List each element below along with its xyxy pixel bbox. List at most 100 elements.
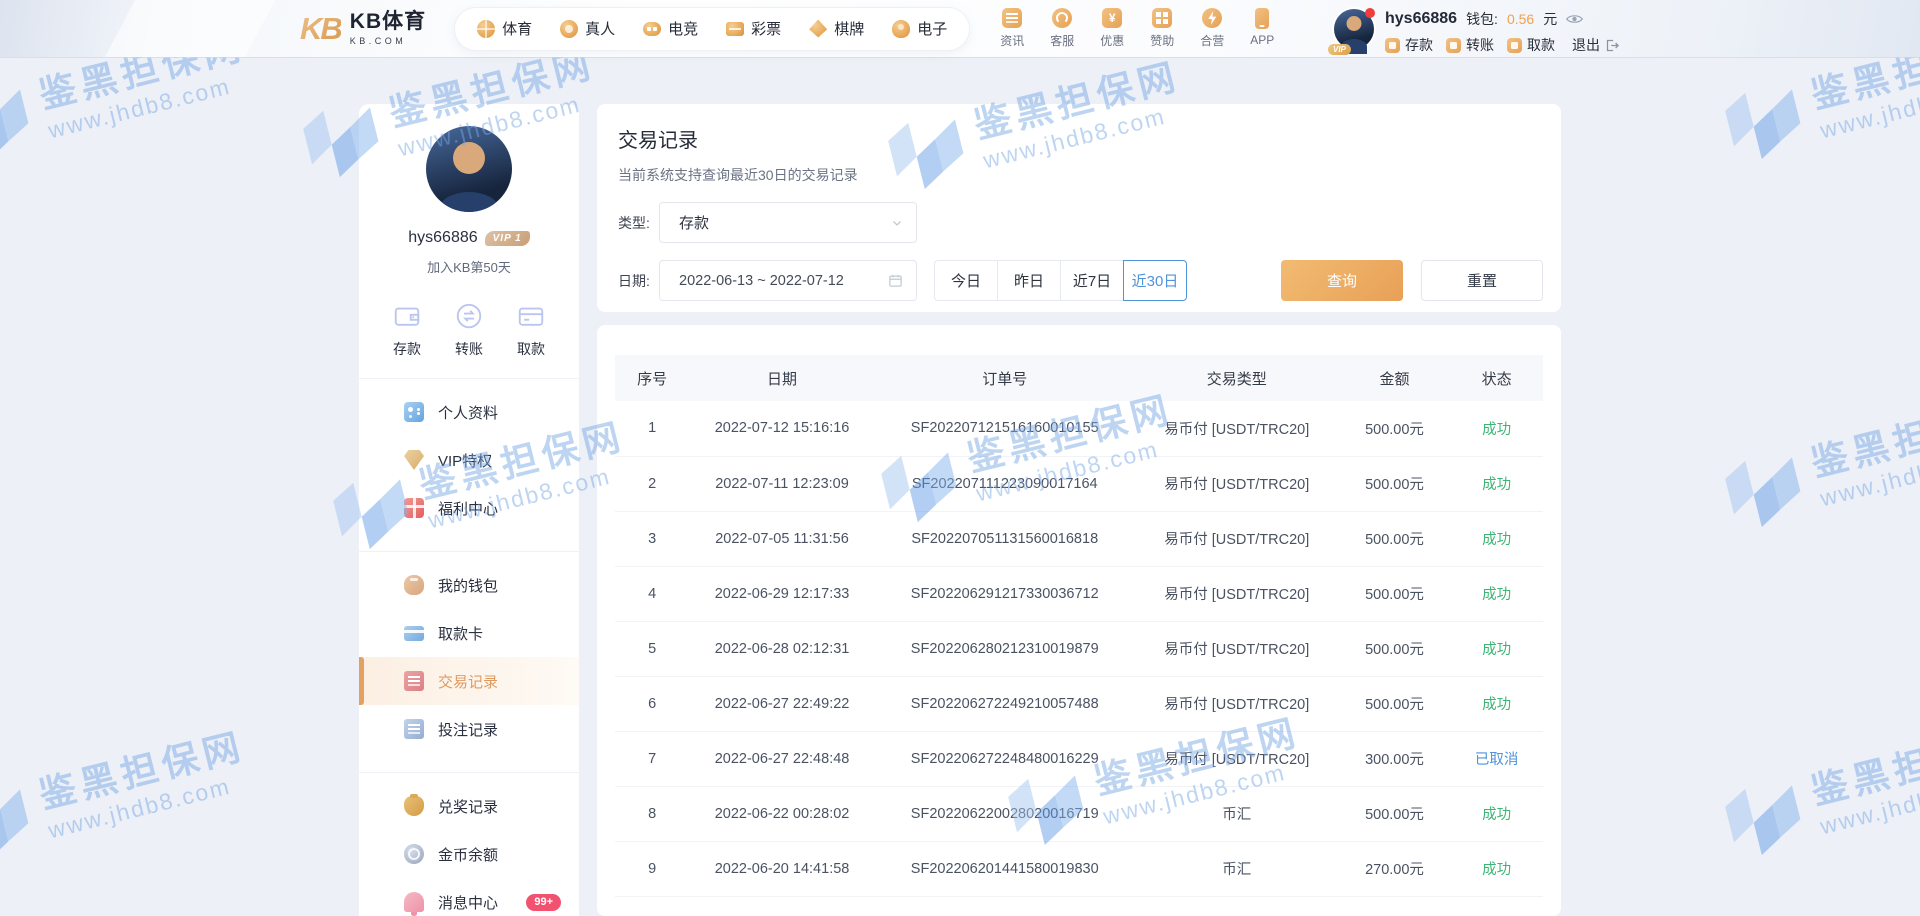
money-bag-icon [404, 794, 424, 816]
cell-seq: 3 [615, 511, 690, 567]
type-select[interactable]: 存款 [659, 202, 917, 243]
quick-withdraw-button[interactable]: 取款 [516, 301, 546, 359]
util-app[interactable]: APP [1250, 8, 1274, 47]
cell-status: 成功 [1450, 566, 1543, 622]
nav-label: 棋牌 [834, 21, 865, 38]
column-header: 金额 [1338, 355, 1451, 401]
cell-status: 成功 [1450, 786, 1543, 842]
table-row: 6 2022-06-27 22:49:22 SF2022062722492100… [615, 676, 1543, 732]
util-news[interactable]: 资讯 [1000, 8, 1024, 49]
cell-order: SF202207051131560016818 [874, 511, 1135, 567]
cell-order: SF202206272249210057488 [874, 676, 1135, 732]
quick-deposit-button[interactable]: 存款 [392, 301, 422, 359]
search-button[interactable]: 查询 [1281, 260, 1403, 301]
watermark: 鉴黑担保网 www.jhdb8.com [1718, 394, 1920, 536]
cell-seq: 6 [615, 676, 690, 732]
sidebar-item-messages[interactable]: 消息中心 99+ [359, 878, 579, 916]
gamepad-icon [643, 21, 662, 36]
wallet-amount: 0.56 [1506, 11, 1535, 27]
page-title: 交易记录 [618, 130, 698, 152]
nav-item-esports[interactable]: 电竞 [629, 18, 712, 39]
cell-amount: 500.00元 [1338, 401, 1451, 457]
cell-status: 成功 [1450, 621, 1543, 677]
nav-label: 体育 [502, 21, 533, 38]
cell-status: 成功 [1450, 841, 1543, 897]
range-30days-button[interactable]: 近30日 [1123, 260, 1187, 301]
sidebar-username: hys66886 [408, 229, 478, 246]
vip-mini-badge: VIP [1328, 44, 1351, 55]
basketball-icon [477, 19, 496, 38]
message-count-badge: 99+ [526, 893, 561, 911]
sidebar-item-prizes[interactable]: 兑奖记录 [359, 782, 579, 830]
quick-transfer-button[interactable]: 转账 [454, 301, 484, 359]
nav-item-slots[interactable]: 电子 [878, 18, 961, 39]
eye-icon[interactable] [1566, 13, 1584, 25]
nav-item-live[interactable]: 真人 [546, 18, 629, 39]
transfer-icon [1446, 37, 1461, 53]
range-7days-button[interactable]: 近7日 [1060, 260, 1124, 301]
table-row: 7 2022-06-27 22:48:48 SF2022062722484800… [615, 731, 1543, 787]
nav-item-sports[interactable]: 体育 [463, 18, 546, 39]
cell-status: 成功 [1450, 401, 1543, 457]
topbar-withdraw-button[interactable]: 取款 [1507, 35, 1555, 55]
reset-button[interactable]: 重置 [1421, 260, 1543, 301]
range-yesterday-button[interactable]: 昨日 [997, 260, 1061, 301]
util-label: APP [1250, 33, 1275, 47]
date-range-input[interactable]: 2022-06-13 ~ 2022-07-12 [659, 260, 917, 301]
cell-date: 2022-07-11 12:23:09 [689, 456, 875, 512]
notification-dot [1365, 8, 1375, 18]
util-coop[interactable]: 合营 [1200, 8, 1224, 49]
avatar[interactable]: VIP [1328, 8, 1375, 55]
cell-amount: 500.00元 [1338, 621, 1451, 677]
sidebar-item-profile[interactable]: 个人资料 [359, 388, 579, 436]
watermark-shield-icon [0, 89, 29, 160]
sidebar-item-bets[interactable]: 投注记录 [359, 705, 579, 753]
coupon-icon [1102, 8, 1123, 28]
sidebar-item-withdraw-card[interactable]: 取款卡 [359, 609, 579, 657]
range-today-button[interactable]: 今日 [934, 260, 998, 301]
divider [359, 378, 579, 379]
nav-item-poker[interactable]: 棋牌 [795, 18, 878, 39]
cell-date: 2022-06-28 02:12:31 [689, 621, 875, 677]
wallet-unit: 元 [1543, 11, 1558, 27]
live-casino-icon [560, 19, 579, 38]
bet-doc-icon [404, 719, 424, 739]
sidebar-item-welfare[interactable]: 福利中心 [359, 484, 579, 532]
watermark: 鉴黑担保网 www.jhdb8.com [0, 726, 256, 868]
sidebar-avatar[interactable] [426, 126, 512, 212]
table-row: 1 2022-07-12 15:16:16 SF2022071215161600… [615, 401, 1543, 457]
bell-icon [404, 892, 424, 916]
table-row: 5 2022-06-28 02:12:31 SF2022062802123100… [615, 621, 1543, 677]
cell-status: 成功 [1450, 676, 1543, 732]
util-promo[interactable]: 优惠 [1100, 8, 1124, 49]
table-row: 8 2022-06-22 00:28:02 SF2022062200280200… [615, 786, 1543, 842]
quick-label: 取款 [517, 341, 545, 357]
util-label: 资讯 [1000, 34, 1025, 48]
sidebar-item-vip[interactable]: VIP特权 [359, 436, 579, 484]
cell-type: 币汇 [1134, 786, 1339, 842]
site-logo[interactable]: KB KB体育 KB.COM [300, 11, 426, 47]
cell-amount: 270.00元 [1338, 841, 1451, 897]
logout-button[interactable]: 退出 [1572, 35, 1620, 55]
column-header: 状态 [1450, 355, 1543, 401]
bank-card-icon [518, 307, 544, 326]
piggy-bank-icon [404, 575, 424, 595]
util-service[interactable]: 客服 [1050, 8, 1074, 49]
util-sponsor[interactable]: 赞助 [1150, 8, 1174, 49]
page-subtitle: 当前系统支持查询最近30日的交易记录 [618, 167, 858, 183]
user-block: VIP hys66886 钱包: 0.56 元 存款 转账 取款 退出 [1328, 2, 1620, 55]
table-row: 2 2022-07-11 12:23:09 SF2022071112230900… [615, 456, 1543, 512]
cell-status: 已取消 [1450, 731, 1543, 787]
quick-label: 存款 [393, 341, 421, 357]
topbar-transfer-button[interactable]: 转账 [1446, 35, 1494, 55]
nav-item-lottery[interactable]: 彩票 [712, 18, 795, 39]
sidebar-item-wallet[interactable]: 我的钱包 [359, 561, 579, 609]
sidebar-item-coins[interactable]: 金币余额 [359, 830, 579, 878]
sidebar-item-transactions[interactable]: 交易记录 [359, 657, 579, 705]
wallet-label: 钱包: [1466, 11, 1498, 27]
topbar-deposit-button[interactable]: 存款 [1385, 35, 1433, 55]
cell-amount: 500.00元 [1338, 511, 1451, 567]
cell-seq: 7 [615, 731, 690, 787]
cell-date: 2022-06-22 00:28:02 [689, 786, 875, 842]
divider [359, 551, 579, 552]
